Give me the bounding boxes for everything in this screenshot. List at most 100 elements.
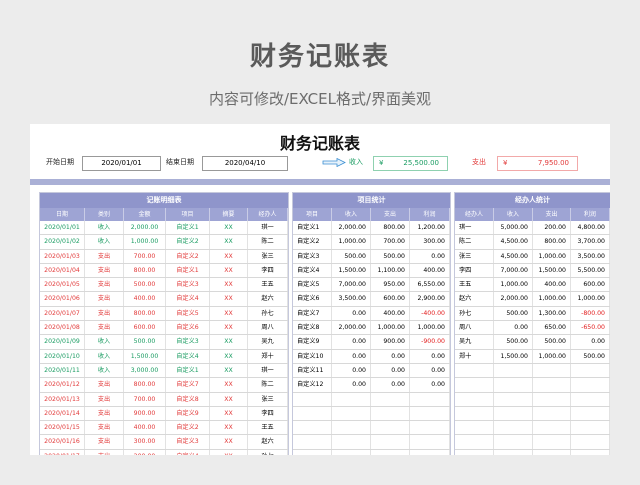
detail-cell[interactable]: XX [210, 235, 248, 249]
detail-cell[interactable]: 陈二 [248, 378, 288, 392]
agent-cell[interactable]: 200.00 [533, 221, 571, 235]
project-cell[interactable]: -400.00 [410, 306, 450, 321]
project-cell[interactable]: 800.00 [371, 221, 410, 235]
start-date-field[interactable]: 2020/01/01 [82, 156, 161, 171]
project-cell[interactable]: 自定义9 [293, 335, 332, 349]
project-cell[interactable] [332, 392, 371, 406]
detail-cell[interactable]: 2020/01/07 [40, 306, 85, 321]
detail-cell[interactable]: 支出 [85, 421, 124, 435]
detail-cell[interactable]: 支出 [85, 435, 124, 449]
detail-cell[interactable]: 支出 [85, 406, 124, 421]
agent-cell[interactable]: 400.00 [533, 278, 571, 292]
project-cell[interactable]: 6,550.00 [410, 278, 450, 292]
detail-cell[interactable]: 陈二 [248, 235, 288, 249]
agent-cell[interactable]: 4,500.00 [494, 249, 533, 263]
detail-cell[interactable]: XX [210, 249, 248, 263]
agent-cell[interactable]: 5,500.00 [571, 263, 610, 278]
detail-cell[interactable]: XX [210, 349, 248, 363]
project-cell[interactable]: 0.00 [410, 349, 450, 363]
detail-cell[interactable]: 自定义4 [166, 349, 210, 363]
project-cell[interactable] [293, 421, 332, 435]
project-cell[interactable]: 300.00 [410, 235, 450, 249]
detail-cell[interactable]: 2020/01/01 [40, 221, 85, 235]
agent-cell[interactable]: -800.00 [571, 306, 610, 321]
detail-cell[interactable]: 自定义9 [166, 406, 210, 421]
detail-cell[interactable]: 自定义1 [166, 263, 210, 278]
detail-cell[interactable]: 2020/01/15 [40, 421, 85, 435]
project-cell[interactable]: 1,000.00 [410, 321, 450, 335]
detail-cell[interactable]: 2020/01/14 [40, 406, 85, 421]
detail-cell[interactable]: 3,000.00 [124, 363, 166, 378]
agent-cell[interactable]: 1,000.00 [533, 349, 571, 363]
project-cell[interactable]: 1,500.00 [332, 263, 371, 278]
agent-cell[interactable]: 李四 [455, 263, 494, 278]
agent-cell[interactable] [533, 392, 571, 406]
project-cell[interactable]: 7,000.00 [332, 278, 371, 292]
agent-cell[interactable]: 1,000.00 [494, 278, 533, 292]
project-cell[interactable]: 2,000.00 [332, 221, 371, 235]
detail-cell[interactable]: 郑十 [248, 349, 288, 363]
detail-cell[interactable]: 400.00 [124, 421, 166, 435]
agent-cell[interactable]: 500.00 [494, 335, 533, 349]
agent-cell[interactable]: 500.00 [533, 335, 571, 349]
detail-cell[interactable]: XX [210, 421, 248, 435]
detail-cell[interactable]: 自定义2 [166, 249, 210, 263]
project-cell[interactable]: 0.00 [332, 349, 371, 363]
project-cell[interactable]: 3,500.00 [332, 292, 371, 306]
detail-cell[interactable]: 张三 [248, 392, 288, 406]
project-cell[interactable] [371, 406, 410, 421]
detail-cell[interactable]: 自定义2 [166, 235, 210, 249]
project-cell[interactable]: 500.00 [371, 249, 410, 263]
project-cell[interactable]: 0.00 [371, 363, 410, 378]
agent-cell[interactable]: -650.00 [571, 321, 610, 335]
project-cell[interactable] [410, 406, 450, 421]
agent-cell[interactable]: 3,700.00 [571, 235, 610, 249]
detail-cell[interactable]: XX [210, 292, 248, 306]
detail-cell[interactable]: 2020/01/17 [40, 449, 85, 455]
project-cell[interactable]: 自定义5 [293, 278, 332, 292]
detail-cell[interactable]: XX [210, 378, 248, 392]
project-cell[interactable]: 自定义10 [293, 349, 332, 363]
agent-cell[interactable]: 1,500.00 [494, 349, 533, 363]
detail-cell[interactable]: 王五 [248, 421, 288, 435]
agent-cell[interactable]: 800.00 [533, 235, 571, 249]
agent-cell[interactable] [494, 435, 533, 449]
project-cell[interactable]: 自定义3 [293, 249, 332, 263]
agent-cell[interactable] [494, 363, 533, 378]
project-cell[interactable]: 0.00 [332, 306, 371, 321]
agent-cell[interactable]: 1,000.00 [533, 249, 571, 263]
detail-cell[interactable]: 自定义5 [166, 306, 210, 321]
agent-cell[interactable] [494, 378, 533, 392]
detail-cell[interactable]: 赵六 [248, 435, 288, 449]
project-cell[interactable]: 0.00 [410, 249, 450, 263]
agent-cell[interactable] [494, 392, 533, 406]
detail-cell[interactable]: 自定义4 [166, 449, 210, 455]
detail-cell[interactable]: 200.00 [124, 449, 166, 455]
project-cell[interactable] [332, 406, 371, 421]
project-cell[interactable] [371, 392, 410, 406]
agent-cell[interactable] [571, 392, 610, 406]
detail-cell[interactable]: 孙七 [248, 306, 288, 321]
detail-cell[interactable]: XX [210, 321, 248, 335]
agent-cell[interactable]: 周八 [455, 321, 494, 335]
project-cell[interactable]: 400.00 [410, 263, 450, 278]
project-cell[interactable]: 自定义12 [293, 378, 332, 392]
agent-cell[interactable]: 1,000.00 [533, 292, 571, 306]
detail-cell[interactable]: 李四 [248, 406, 288, 421]
project-cell[interactable] [410, 421, 450, 435]
detail-cell[interactable]: 2020/01/04 [40, 263, 85, 278]
agent-cell[interactable] [455, 378, 494, 392]
agent-cell[interactable]: 孙七 [455, 306, 494, 321]
agent-cell[interactable] [455, 392, 494, 406]
project-cell[interactable]: 1,000.00 [371, 321, 410, 335]
agent-cell[interactable] [571, 406, 610, 421]
detail-cell[interactable]: 吴九 [248, 335, 288, 349]
agent-cell[interactable]: 0.00 [494, 321, 533, 335]
detail-cell[interactable]: 800.00 [124, 263, 166, 278]
detail-cell[interactable]: 赵六 [248, 292, 288, 306]
detail-cell[interactable]: 2,000.00 [124, 221, 166, 235]
agent-cell[interactable]: 2,000.00 [494, 292, 533, 306]
project-cell[interactable]: 2,000.00 [332, 321, 371, 335]
detail-cell[interactable]: 500.00 [124, 278, 166, 292]
detail-cell[interactable]: XX [210, 406, 248, 421]
